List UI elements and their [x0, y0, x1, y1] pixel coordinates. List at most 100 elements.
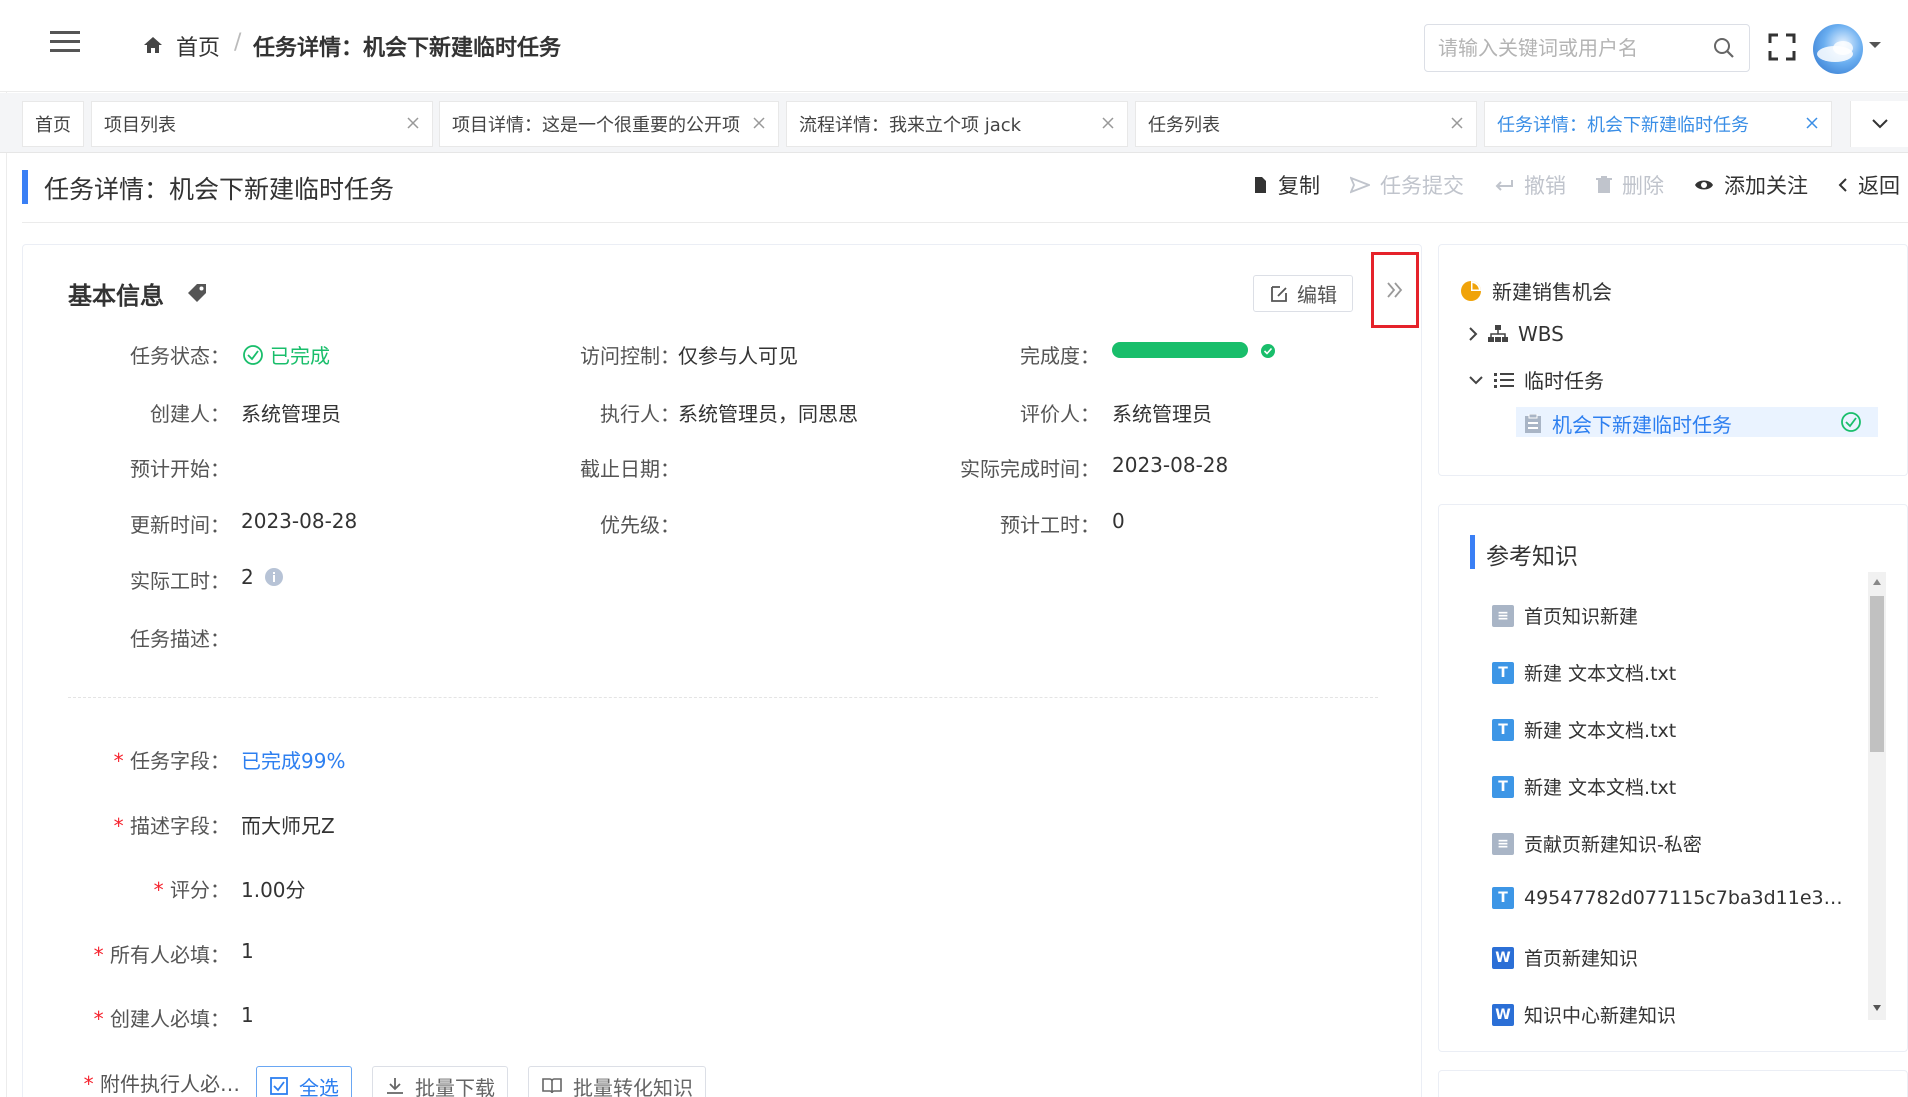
- access-value: 仅参与人可见: [678, 344, 798, 368]
- tree-root-item[interactable]: 新建销售机会: [1460, 276, 1612, 305]
- desc-label: 任务描述：: [130, 627, 230, 651]
- knowledge-item[interactable]: ≡ 首页知识新建: [1492, 602, 1852, 629]
- tree-item-current-task[interactable]: 机会下新建临时任务: [1524, 409, 1732, 438]
- close-icon[interactable]: [1805, 116, 1819, 130]
- knowledge-item[interactable]: ≡ 贡献页新建知识-私密: [1492, 830, 1852, 857]
- checkbox-icon: [270, 1077, 288, 1095]
- submit-task-button[interactable]: 任务提交: [1350, 170, 1464, 200]
- collapse-sidebar-button[interactable]: [1371, 252, 1419, 328]
- tab-label: 任务详情：机会下新建临时任务: [1497, 115, 1749, 136]
- creator-required-label: * 创建人必填：: [93, 1007, 230, 1031]
- text-file-icon: T: [1492, 775, 1514, 798]
- tab-task-list[interactable]: 任务列表: [1135, 101, 1477, 147]
- breadcrumb-separator: /: [234, 30, 242, 55]
- batch-download-button[interactable]: 批量下载: [372, 1066, 508, 1097]
- title-accent-bar: [22, 170, 28, 204]
- deadline-label: 截止日期：: [580, 457, 680, 481]
- caret-down-icon[interactable]: [1868, 40, 1882, 50]
- completed-check-icon: [1260, 343, 1276, 359]
- task-field-value[interactable]: 已完成99%: [241, 745, 345, 774]
- knowledge-item-name: 首页知识新建: [1524, 606, 1639, 628]
- knowledge-item[interactable]: T 49547782d077115c7ba3d11e3400...: [1492, 887, 1852, 909]
- tree-item-wbs[interactable]: WBS: [1468, 322, 1564, 346]
- creator-label: 创建人：: [150, 402, 230, 426]
- revoke-button[interactable]: 撤销: [1494, 170, 1566, 200]
- delete-button[interactable]: 删除: [1596, 170, 1664, 200]
- select-all-button[interactable]: 全选: [256, 1066, 352, 1097]
- knowledge-item[interactable]: W 知识中心新建知识: [1492, 1001, 1852, 1028]
- knowledge-item[interactable]: W 首页新建知识: [1492, 944, 1852, 971]
- close-icon[interactable]: [1450, 116, 1464, 130]
- knowledge-item-name: 贡献页新建知识-私密: [1524, 834, 1702, 856]
- search-icon[interactable]: [1713, 37, 1735, 59]
- word-file-icon: W: [1492, 946, 1514, 969]
- status-value: 已完成: [242, 340, 330, 369]
- actual-hours-value: 2: [241, 565, 284, 589]
- batch-convert-button[interactable]: 批量转化知识: [528, 1066, 706, 1097]
- knowledge-item-name: 新建 文本文档.txt: [1524, 663, 1677, 685]
- search-input[interactable]: [1425, 25, 1695, 71]
- tag-icon[interactable]: [186, 282, 208, 304]
- executor-label: 执行人：: [600, 402, 680, 426]
- knowledge-item[interactable]: T 新建 文本文档.txt: [1492, 773, 1852, 800]
- scroll-up-icon[interactable]: [1872, 578, 1882, 586]
- book-icon: [542, 1078, 562, 1094]
- completion-progress-fill: [1112, 342, 1248, 358]
- fullscreen-icon[interactable]: [1768, 33, 1796, 61]
- attachment-label: * 附件执行人必…: [83, 1072, 240, 1096]
- desc-field-value: 而大师兄Z: [241, 814, 335, 838]
- tree-item-temp-tasks[interactable]: 临时任务: [1468, 365, 1604, 394]
- chevron-right-icon: [1469, 327, 1478, 341]
- breadcrumb-home[interactable]: 首页: [176, 30, 220, 62]
- hierarchy-icon: [1488, 325, 1508, 342]
- home-icon: [143, 36, 163, 54]
- action-toolbar: 复制 任务提交 撤销 删除 添加关注 返回: [1222, 170, 1900, 200]
- all-required-value: 1: [241, 939, 254, 963]
- actual-hours-label: 实际工时：: [130, 569, 230, 593]
- updated-label: 更新时间：: [130, 513, 230, 537]
- breadcrumb-current: 任务详情：机会下新建临时任务: [253, 36, 562, 61]
- copy-button[interactable]: 复制: [1252, 170, 1320, 200]
- chevron-left-icon: [1838, 178, 1847, 192]
- close-icon[interactable]: [406, 116, 420, 130]
- back-button[interactable]: 返回: [1838, 170, 1900, 200]
- task-field-label: * 任务字段：: [113, 749, 230, 773]
- scrollbar-thumb[interactable]: [1870, 596, 1884, 752]
- tab-project-detail[interactable]: 项目详情：这是一个很重要的公开项: [439, 101, 779, 147]
- executor-value: 系统管理员，同思思: [678, 402, 858, 426]
- check-circle-icon: [243, 344, 263, 365]
- section-divider: [68, 697, 1378, 698]
- knowledge-item-name: 首页新建知识: [1524, 948, 1639, 970]
- updated-value: 2023-08-28: [241, 509, 358, 533]
- user-avatar[interactable]: [1813, 24, 1863, 74]
- document-icon: ≡: [1492, 832, 1514, 855]
- knowledge-item[interactable]: T 新建 文本文档.txt: [1492, 659, 1852, 686]
- text-file-icon: T: [1492, 718, 1514, 741]
- add-follow-button[interactable]: 添加关注: [1694, 170, 1808, 200]
- tab-home[interactable]: 首页: [22, 101, 84, 147]
- hamburger-menu-icon[interactable]: [50, 30, 86, 62]
- score-label: * 评分：: [153, 878, 230, 902]
- search-box: [1424, 24, 1750, 72]
- evaluator-value: 系统管理员: [1112, 402, 1212, 426]
- tabs-dropdown-toggle[interactable]: [1850, 101, 1908, 147]
- tab-flow-detail[interactable]: 流程详情：我来立个项 jack: [786, 101, 1128, 147]
- close-icon[interactable]: [1101, 116, 1115, 130]
- edit-button[interactable]: 编辑: [1253, 275, 1353, 312]
- section-title: 基本信息: [68, 282, 164, 310]
- all-required-label: * 所有人必填：: [93, 943, 230, 967]
- tab-task-detail[interactable]: 任务详情：机会下新建临时任务: [1484, 101, 1832, 147]
- document-icon: ≡: [1492, 604, 1514, 627]
- knowledge-item-name: 新建 文本文档.txt: [1524, 777, 1677, 799]
- task-document-icon: [1525, 413, 1541, 433]
- scroll-down-icon[interactable]: [1872, 1004, 1882, 1012]
- list-icon: [1494, 372, 1514, 388]
- actual-finish-label: 实际完成时间：: [960, 457, 1100, 481]
- text-file-icon: T: [1492, 887, 1514, 909]
- completion-progress-track: [1112, 342, 1248, 358]
- knowledge-item[interactable]: T 新建 文本文档.txt: [1492, 716, 1852, 743]
- close-icon[interactable]: [752, 116, 766, 130]
- tab-project-list[interactable]: 项目列表: [91, 101, 433, 147]
- tab-label: 项目详情：这是一个很重要的公开项: [452, 115, 740, 136]
- tab-label: 项目列表: [104, 115, 176, 136]
